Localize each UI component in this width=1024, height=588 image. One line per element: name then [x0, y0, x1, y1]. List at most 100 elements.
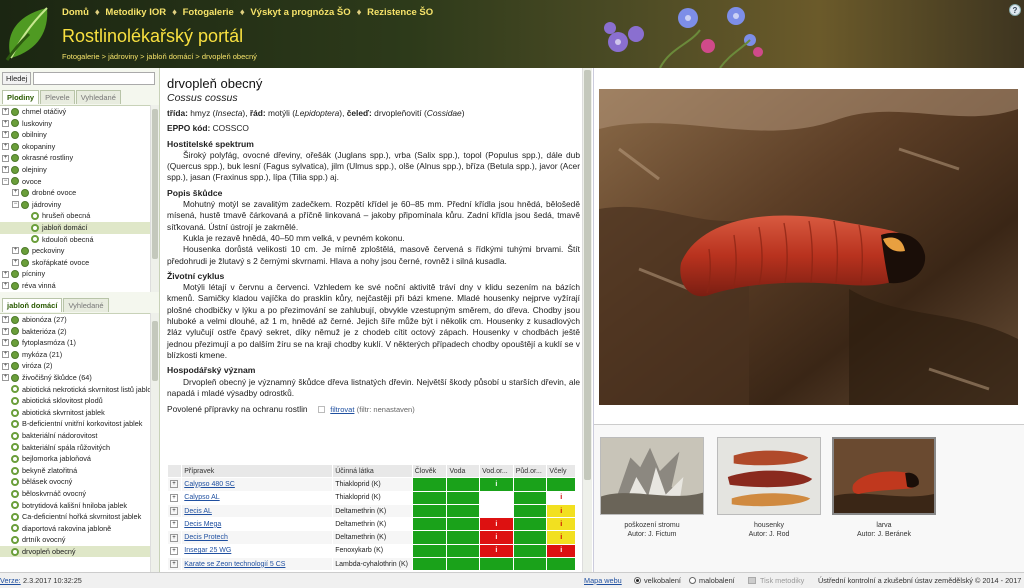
- filter-checkbox[interactable]: [317, 406, 325, 414]
- row-expand-cell[interactable]: +: [166, 477, 183, 492]
- tree-node[interactable]: + pícniny: [0, 268, 158, 280]
- collapse-icon[interactable]: −: [2, 177, 9, 185]
- tree-node[interactable]: drtník ovocný: [0, 534, 158, 546]
- expand-icon[interactable]: +: [2, 143, 9, 151]
- main-photo-image[interactable]: [599, 89, 1018, 405]
- expand-icon[interactable]: +: [2, 108, 9, 116]
- row-expand-cell[interactable]: +: [166, 543, 183, 559]
- column-header[interactable]: Člověk: [411, 463, 448, 479]
- tree-node[interactable]: + obilniny: [0, 129, 158, 141]
- product-link[interactable]: Calypso 480 SC: [184, 481, 235, 488]
- table-row[interactable]: + Calypso AL Thiakloprid (K) i: [166, 490, 576, 505]
- help-icon[interactable]: ?: [1009, 4, 1021, 16]
- tree-node[interactable]: diaportová rakovina jabloně: [0, 523, 158, 535]
- tree-node[interactable]: + abionóza (27): [0, 314, 158, 326]
- column-header[interactable]: Včely: [546, 463, 576, 479]
- tree-node[interactable]: bekyně zlatořitná: [0, 465, 158, 477]
- expand-icon[interactable]: +: [12, 247, 19, 255]
- tree-node[interactable]: abiotická skvrnitost jablek: [0, 407, 158, 419]
- tree-node[interactable]: bělásek ovocný: [0, 476, 158, 488]
- expand-icon[interactable]: +: [170, 520, 178, 529]
- caterpillars-image[interactable]: [717, 437, 821, 515]
- tab-searched-pests[interactable]: Vyhledané: [63, 298, 109, 312]
- tab-crops[interactable]: Plodiny: [2, 90, 40, 104]
- product-link[interactable]: Decis Protech: [184, 534, 228, 541]
- expand-icon[interactable]: +: [2, 131, 9, 139]
- scrollbar-thumb[interactable]: [584, 70, 591, 480]
- portal-logo-icon[interactable]: [3, 4, 57, 62]
- expand-icon[interactable]: +: [170, 533, 178, 542]
- tree-node[interactable]: + drobné ovoce: [0, 187, 158, 199]
- table-row[interactable]: + Decis Protech Deltamethrin (K) i i: [166, 530, 576, 545]
- tree-node[interactable]: abiotická nekrotická skvrnitost listů ja…: [0, 384, 158, 396]
- breadcrumb[interactable]: Fotogalerie > jádroviny > jabloň domácí …: [62, 52, 257, 61]
- row-expand-cell[interactable]: +: [166, 530, 183, 545]
- tree-node[interactable]: botrytidová kališní hniloba jablek: [0, 500, 158, 512]
- tree-node[interactable]: + olejniny: [0, 164, 158, 176]
- portal-title[interactable]: Rostlinolékařský portál: [62, 26, 243, 47]
- nav-photogallery[interactable]: Fotogalerie: [183, 7, 234, 18]
- tree-node[interactable]: + fytoplasmóza (1): [0, 337, 158, 349]
- tree-node[interactable]: jabloň domácí: [0, 221, 158, 234]
- tree-node[interactable]: drvopleň obecný: [0, 545, 158, 558]
- tree-node[interactable]: + živočišný škůdce (64): [0, 372, 158, 384]
- collapse-icon[interactable]: −: [12, 201, 19, 209]
- tree-node[interactable]: − ovoce: [0, 176, 158, 188]
- expand-icon[interactable]: +: [2, 362, 9, 370]
- column-header[interactable]: Přípravek: [181, 463, 334, 479]
- expand-icon[interactable]: +: [2, 374, 9, 382]
- column-header[interactable]: Vod.or...: [479, 463, 514, 479]
- row-expand-cell[interactable]: +: [166, 517, 183, 532]
- sitemap-link[interactable]: Mapa webu: [584, 573, 622, 588]
- tree-node[interactable]: kdouloň obecná: [0, 234, 158, 246]
- gallery-item-selected[interactable]: larva Autor: J. Beránek: [831, 437, 937, 539]
- expand-icon[interactable]: +: [2, 154, 9, 162]
- table-row[interactable]: + Karate se Zeon technologií 5 CS Lambda-c…: [166, 557, 576, 572]
- tree-node[interactable]: + mykóza (21): [0, 349, 158, 361]
- expand-icon[interactable]: +: [170, 546, 178, 555]
- tree-node[interactable]: − jádroviny: [0, 199, 158, 211]
- tab-searched[interactable]: Vyhledané: [75, 90, 121, 104]
- column-header[interactable]: Účinná látka: [332, 463, 413, 479]
- version-link[interactable]: Verze:: [0, 576, 21, 585]
- gallery-item[interactable]: housenky Autor: J. Rod: [716, 437, 822, 539]
- column-header[interactable]: Půd.or...: [512, 463, 548, 479]
- expand-icon[interactable]: +: [2, 270, 9, 278]
- search-input[interactable]: [33, 72, 156, 85]
- tree-node[interactable]: + chmel otáčivý: [0, 106, 158, 118]
- tree-node[interactable]: bakteriální nádorovitost: [0, 430, 158, 442]
- expand-icon[interactable]: +: [170, 507, 178, 516]
- expand-icon[interactable]: +: [2, 316, 9, 324]
- tree-node[interactable]: B-deficientní vnitřní korkovitost jablek: [0, 418, 158, 430]
- print-icon[interactable]: [748, 577, 756, 584]
- product-link[interactable]: Calypso AL: [184, 494, 219, 501]
- radio-small-pack[interactable]: [689, 577, 696, 584]
- tree-node[interactable]: + okrasné rostliny: [0, 152, 158, 164]
- tree-damage-image[interactable]: [600, 437, 704, 515]
- product-link[interactable]: Karate se Zeon technologií 5 CS: [184, 561, 285, 568]
- product-link[interactable]: Insegar 25 WG: [184, 547, 231, 554]
- larva-image[interactable]: [832, 437, 936, 515]
- expand-icon[interactable]: +: [2, 339, 9, 347]
- table-row[interactable]: + Calypso 480 SC Thiakloprid (K) i: [166, 477, 576, 492]
- content-scrollbar[interactable]: [582, 68, 592, 572]
- tab-weeds[interactable]: Plevele: [40, 90, 75, 104]
- expand-icon[interactable]: +: [12, 189, 19, 197]
- tree-node[interactable]: + viróza (2): [0, 360, 158, 372]
- expand-icon[interactable]: +: [170, 493, 178, 502]
- product-link[interactable]: Decis AL: [184, 508, 212, 515]
- row-expand-cell[interactable]: +: [166, 503, 183, 519]
- nav-methodologies[interactable]: Metodiky IOR: [105, 7, 166, 18]
- expand-icon[interactable]: +: [2, 119, 9, 127]
- expand-icon[interactable]: +: [2, 351, 9, 359]
- tree-node[interactable]: + bakterióza (2): [0, 326, 158, 338]
- expand-icon[interactable]: +: [170, 560, 178, 569]
- expand-icon[interactable]: +: [170, 480, 178, 489]
- crop-tree-scrollbar[interactable]: [150, 105, 159, 292]
- tree-node[interactable]: + okopaniny: [0, 141, 158, 153]
- table-row[interactable]: + Decis AL Deltamethrin (K) i: [166, 503, 576, 519]
- scrollbar-thumb[interactable]: [152, 109, 158, 259]
- search-button[interactable]: Hledej: [2, 72, 32, 85]
- scrollbar-thumb[interactable]: [152, 321, 158, 381]
- expand-icon[interactable]: +: [12, 259, 19, 267]
